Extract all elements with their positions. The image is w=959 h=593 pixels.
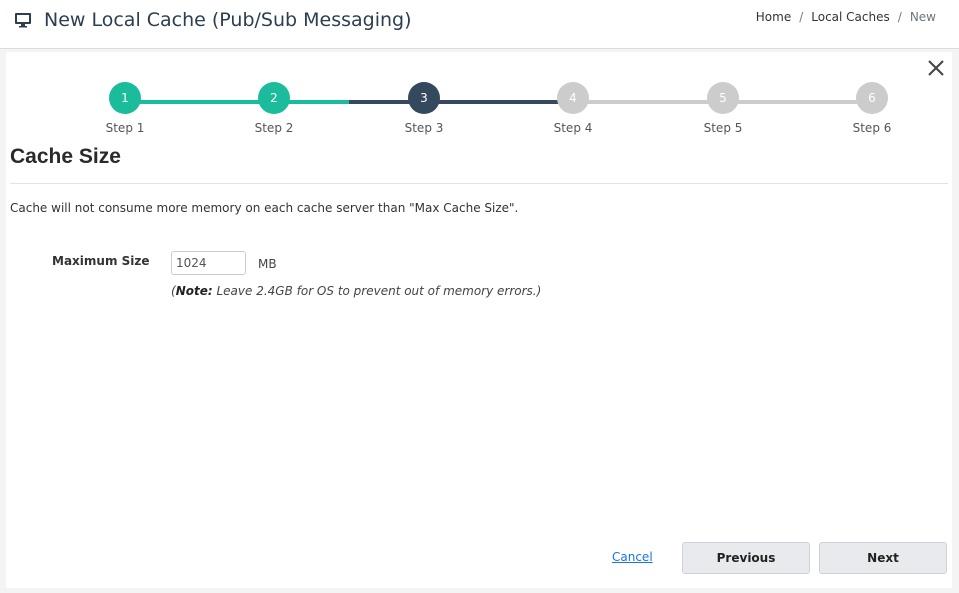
breadcrumb: Home / Local Caches / New <box>756 10 936 24</box>
step-6-label: Step 6 <box>852 121 892 135</box>
step-connector <box>573 100 723 104</box>
page-title-text: New Local Cache (Pub/Sub Messaging) <box>44 9 412 31</box>
wizard-stepper: 1 Step 1 2 Step 2 3 Step 3 4 Step 4 5 Step 5 6 Step… <box>6 52 952 142</box>
top-bar: New Local Cache (Pub/Sub Messaging) Home… <box>0 0 959 49</box>
memory-note: (Note: Leave 2.4GB for OS to prevent out… <box>171 284 541 298</box>
section-description: Cache will not consume more memory on ea… <box>10 201 519 215</box>
section-divider <box>10 183 948 184</box>
breadcrumb-current: New <box>909 10 936 24</box>
unit-label: MB <box>258 257 277 271</box>
step-1-indicator: 1 <box>109 82 141 114</box>
breadcrumb-separator: / <box>897 10 902 24</box>
step-3-indicator: 3 <box>408 82 440 114</box>
monitor-icon <box>15 13 31 28</box>
step-connector <box>723 100 872 104</box>
maximum-size-input[interactable] <box>171 251 246 275</box>
section-title: Cache Size <box>10 145 121 168</box>
breadcrumb-home[interactable]: Home <box>756 10 791 24</box>
step-2-indicator: 2 <box>258 82 290 114</box>
step-5-label: Step 5 <box>703 121 743 135</box>
step-5-indicator: 5 <box>707 82 739 114</box>
note-text: Leave 2.4GB for OS to prevent out of mem… <box>212 284 542 298</box>
step-4-label: Step 4 <box>553 121 593 135</box>
next-button[interactable]: Next <box>819 542 947 574</box>
page-title: New Local Cache (Pub/Sub Messaging) <box>14 6 412 34</box>
breadcrumb-separator: / <box>799 10 804 24</box>
wizard-panel: 1 Step 1 2 Step 2 3 Step 3 4 Step 4 5 Step 5 6 Step… <box>6 52 952 588</box>
step-connector <box>125 100 274 104</box>
step-3-label: Step 3 <box>404 121 444 135</box>
step-1-label: Step 1 <box>105 121 145 135</box>
step-6-indicator: 6 <box>856 82 888 114</box>
maximum-size-label: Maximum Size <box>52 254 150 268</box>
step-2-label: Step 2 <box>254 121 294 135</box>
step-4-indicator: 4 <box>557 82 589 114</box>
breadcrumb-local-caches[interactable]: Local Caches <box>811 10 890 24</box>
previous-button[interactable]: Previous <box>682 542 810 574</box>
cancel-link[interactable]: Cancel <box>612 550 653 564</box>
note-bold: Note: <box>175 284 213 298</box>
